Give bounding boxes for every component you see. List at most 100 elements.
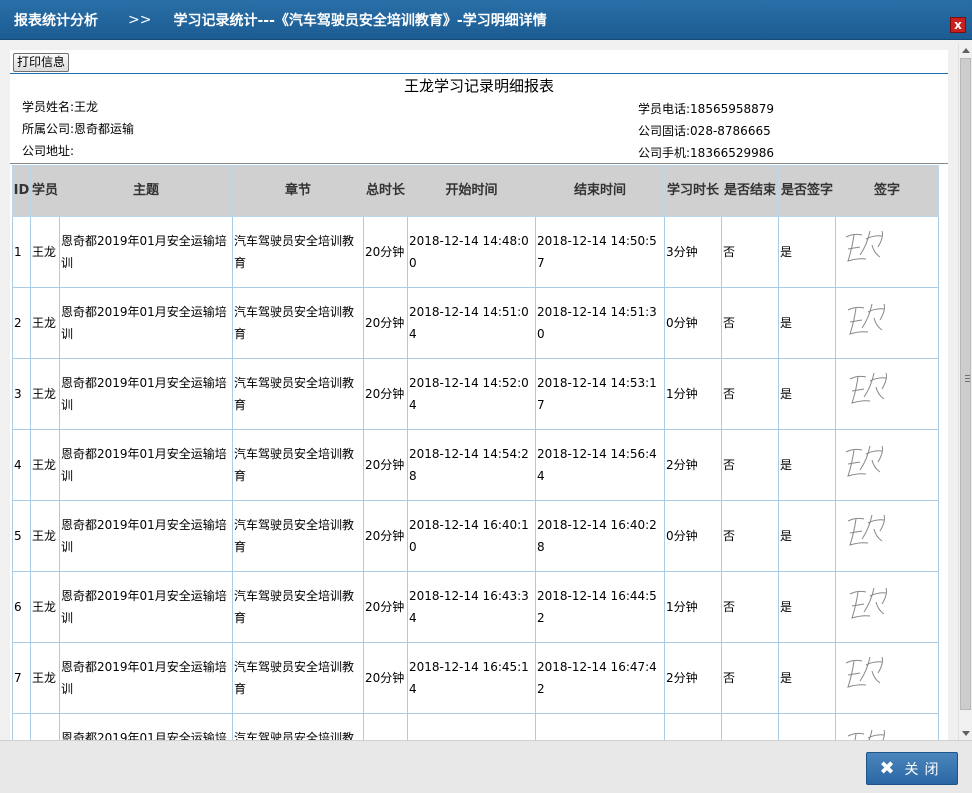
table-row: 恩奇都2019年01月安全运输培训汽车驾驶员安全培训教育 2018-12-1420… bbox=[12, 713, 939, 740]
cell-start: 2018-12-14 16:40:10 bbox=[407, 500, 536, 572]
col-chapter: 章节 bbox=[232, 165, 364, 217]
cell-id: 3 bbox=[12, 358, 31, 430]
company-name: 所属公司:恩奇都运输 bbox=[22, 122, 135, 136]
divider bbox=[10, 73, 948, 74]
dialog-title: 学习记录统计---《汽车驾驶员安全培训教育》-学习明细详情 bbox=[173, 12, 547, 29]
col-signature: 签字 bbox=[835, 165, 939, 217]
cell-finished: 否 bbox=[721, 216, 779, 288]
col-signed: 是否签字 bbox=[778, 165, 836, 217]
cell-chapter: 汽车驾驶员安全培训教育 bbox=[232, 287, 364, 359]
cell-end: 2018-12-14 14:53:17 bbox=[535, 358, 665, 430]
cell-duration: 1分钟 bbox=[664, 571, 722, 643]
cell-chapter: 汽车驾驶员安全培训教育 bbox=[232, 713, 364, 740]
cell-finished: 否 bbox=[721, 429, 779, 501]
cell-chapter: 汽车驾驶员安全培训教育 bbox=[232, 642, 364, 714]
cell-topic: 恩奇都2019年01月安全运输培训 bbox=[59, 358, 233, 430]
cell-student bbox=[30, 713, 60, 740]
cell-signed: 是 bbox=[778, 642, 836, 714]
cell-signed: 是 bbox=[778, 571, 836, 643]
cell-chapter: 汽车驾驶员安全培训教育 bbox=[232, 216, 364, 288]
cell-chapter: 汽车驾驶员安全培训教育 bbox=[232, 358, 364, 430]
cell-signed: 是 bbox=[778, 429, 836, 501]
report-title: 王龙学习记录明细报表 bbox=[403, 77, 554, 95]
breadcrumb-root: 报表统计分析 bbox=[14, 12, 98, 29]
grip-icon bbox=[965, 375, 970, 382]
cell-student: 王龙 bbox=[30, 358, 60, 430]
cell-signed: 是 bbox=[778, 500, 836, 572]
col-total: 总时长 bbox=[363, 165, 408, 217]
handwritten-signature bbox=[849, 372, 887, 404]
scroll-up-icon[interactable] bbox=[962, 48, 970, 53]
cell-student: 王龙 bbox=[30, 287, 60, 359]
cell-signed bbox=[778, 713, 836, 740]
cell-finished: 否 bbox=[721, 500, 779, 572]
table-row: 3 王龙 恩奇都2019年01月安全运输培训 汽车驾驶员安全培训教育 20分钟 2018-… bbox=[12, 358, 939, 430]
handwritten-signature bbox=[845, 230, 883, 262]
cell-topic: 恩奇都2019年01月安全运输培训 bbox=[59, 216, 233, 288]
cell-total: 20分钟 bbox=[363, 571, 408, 643]
cell-topic: 恩奇都2019年01月安全运输培训 bbox=[59, 713, 233, 740]
print-button[interactable]: 打印信息 bbox=[13, 53, 70, 72]
dialog-close-icon[interactable]: x bbox=[950, 17, 966, 33]
cell-id: 6 bbox=[12, 571, 31, 643]
signature-image bbox=[835, 216, 939, 288]
cell-chapter: 汽车驾驶员安全培训教育 bbox=[232, 429, 364, 501]
cell-total bbox=[363, 713, 408, 740]
close-x-icon: ✖ bbox=[879, 758, 895, 779]
col-start: 开始时间 bbox=[407, 165, 536, 217]
cell-chapter: 汽车驾驶员安全培训教育 bbox=[232, 571, 364, 643]
cell-duration: 3分钟 bbox=[664, 216, 722, 288]
signature-image bbox=[835, 500, 939, 572]
cell-topic: 恩奇都2019年01月安全运输培训 bbox=[59, 571, 233, 643]
signature-image bbox=[835, 358, 939, 430]
handwritten-signature bbox=[847, 514, 885, 546]
breadcrumb-separator: >> bbox=[128, 11, 152, 28]
scroll-down-icon[interactable] bbox=[962, 731, 970, 736]
company-landline: 公司固话:028-8786665 bbox=[638, 124, 771, 138]
student-phone: 学员电话:18565958879 bbox=[638, 102, 775, 116]
cell-end: 2018-12-14 14:56:44 bbox=[535, 429, 665, 501]
vertical-scrollbar[interactable] bbox=[958, 44, 972, 740]
cell-finished: 否 bbox=[721, 642, 779, 714]
table-row: 1 王龙 恩奇都2019年01月安全运输培训 汽车驾驶员安全培训教育 20分钟 2018-… bbox=[12, 216, 939, 288]
cell-signed: 是 bbox=[778, 358, 836, 430]
cell-start: 2018-12-14 bbox=[407, 713, 536, 740]
cell-id: 1 bbox=[12, 216, 31, 288]
cell-total: 20分钟 bbox=[363, 287, 408, 359]
cell-start: 2018-12-14 14:51:04 bbox=[407, 287, 536, 359]
cell-duration: 0分钟 bbox=[664, 287, 722, 359]
cell-id: 7 bbox=[12, 642, 31, 714]
cell-student: 王龙 bbox=[30, 216, 60, 288]
cell-duration bbox=[664, 713, 722, 740]
cell-topic: 恩奇都2019年01月安全运输培训 bbox=[59, 287, 233, 359]
cell-start: 2018-12-14 14:48:00 bbox=[407, 216, 536, 288]
scroll-thumb[interactable] bbox=[960, 58, 971, 710]
col-finished: 是否结束 bbox=[721, 165, 779, 217]
handwritten-signature bbox=[845, 656, 883, 688]
cell-duration: 2分钟 bbox=[664, 429, 722, 501]
cell-end: 2018-12-14 14:50:57 bbox=[535, 216, 665, 288]
report-content: 打印信息 王龙学习记录明细报表 学员姓名:王龙 所属公司:恩奇都运输 公司地址:… bbox=[10, 50, 948, 740]
cell-topic: 恩奇都2019年01月安全运输培训 bbox=[59, 500, 233, 572]
dialog-titlebar: 报表统计分析 >> 学习记录统计---《汽车驾驶员安全培训教育》-学习明细详情 … bbox=[0, 0, 972, 40]
close-button[interactable]: ✖ 关闭 bbox=[866, 752, 958, 785]
cell-total: 20分钟 bbox=[363, 358, 408, 430]
study-records-table: ID 学员 主题 章节 总时长 开始时间 结束时间 学习时长 是否结束 是否签字… bbox=[12, 165, 939, 740]
signature-image bbox=[835, 642, 939, 714]
handwritten-signature bbox=[849, 587, 887, 619]
cell-chapter: 汽车驾驶员安全培训教育 bbox=[232, 500, 364, 572]
cell-duration: 2分钟 bbox=[664, 642, 722, 714]
cell-signed: 是 bbox=[778, 216, 836, 288]
cell-start: 2018-12-14 16:45:14 bbox=[407, 642, 536, 714]
cell-id: 2 bbox=[12, 287, 31, 359]
cell-student: 王龙 bbox=[30, 642, 60, 714]
cell-start: 2018-12-14 14:54:28 bbox=[407, 429, 536, 501]
cell-end: 2018-12-14 14:51:30 bbox=[535, 287, 665, 359]
cell-topic: 恩奇都2019年01月安全运输培训 bbox=[59, 642, 233, 714]
cell-start: 2018-12-14 16:43:34 bbox=[407, 571, 536, 643]
col-id: ID bbox=[12, 165, 31, 217]
table-row: 7 王龙 恩奇都2019年01月安全运输培训 汽车驾驶员安全培训教育 20分钟 2018-… bbox=[12, 642, 939, 714]
cell-duration: 1分钟 bbox=[664, 358, 722, 430]
cell-finished: 否 bbox=[721, 358, 779, 430]
company-address: 公司地址: bbox=[22, 144, 75, 158]
